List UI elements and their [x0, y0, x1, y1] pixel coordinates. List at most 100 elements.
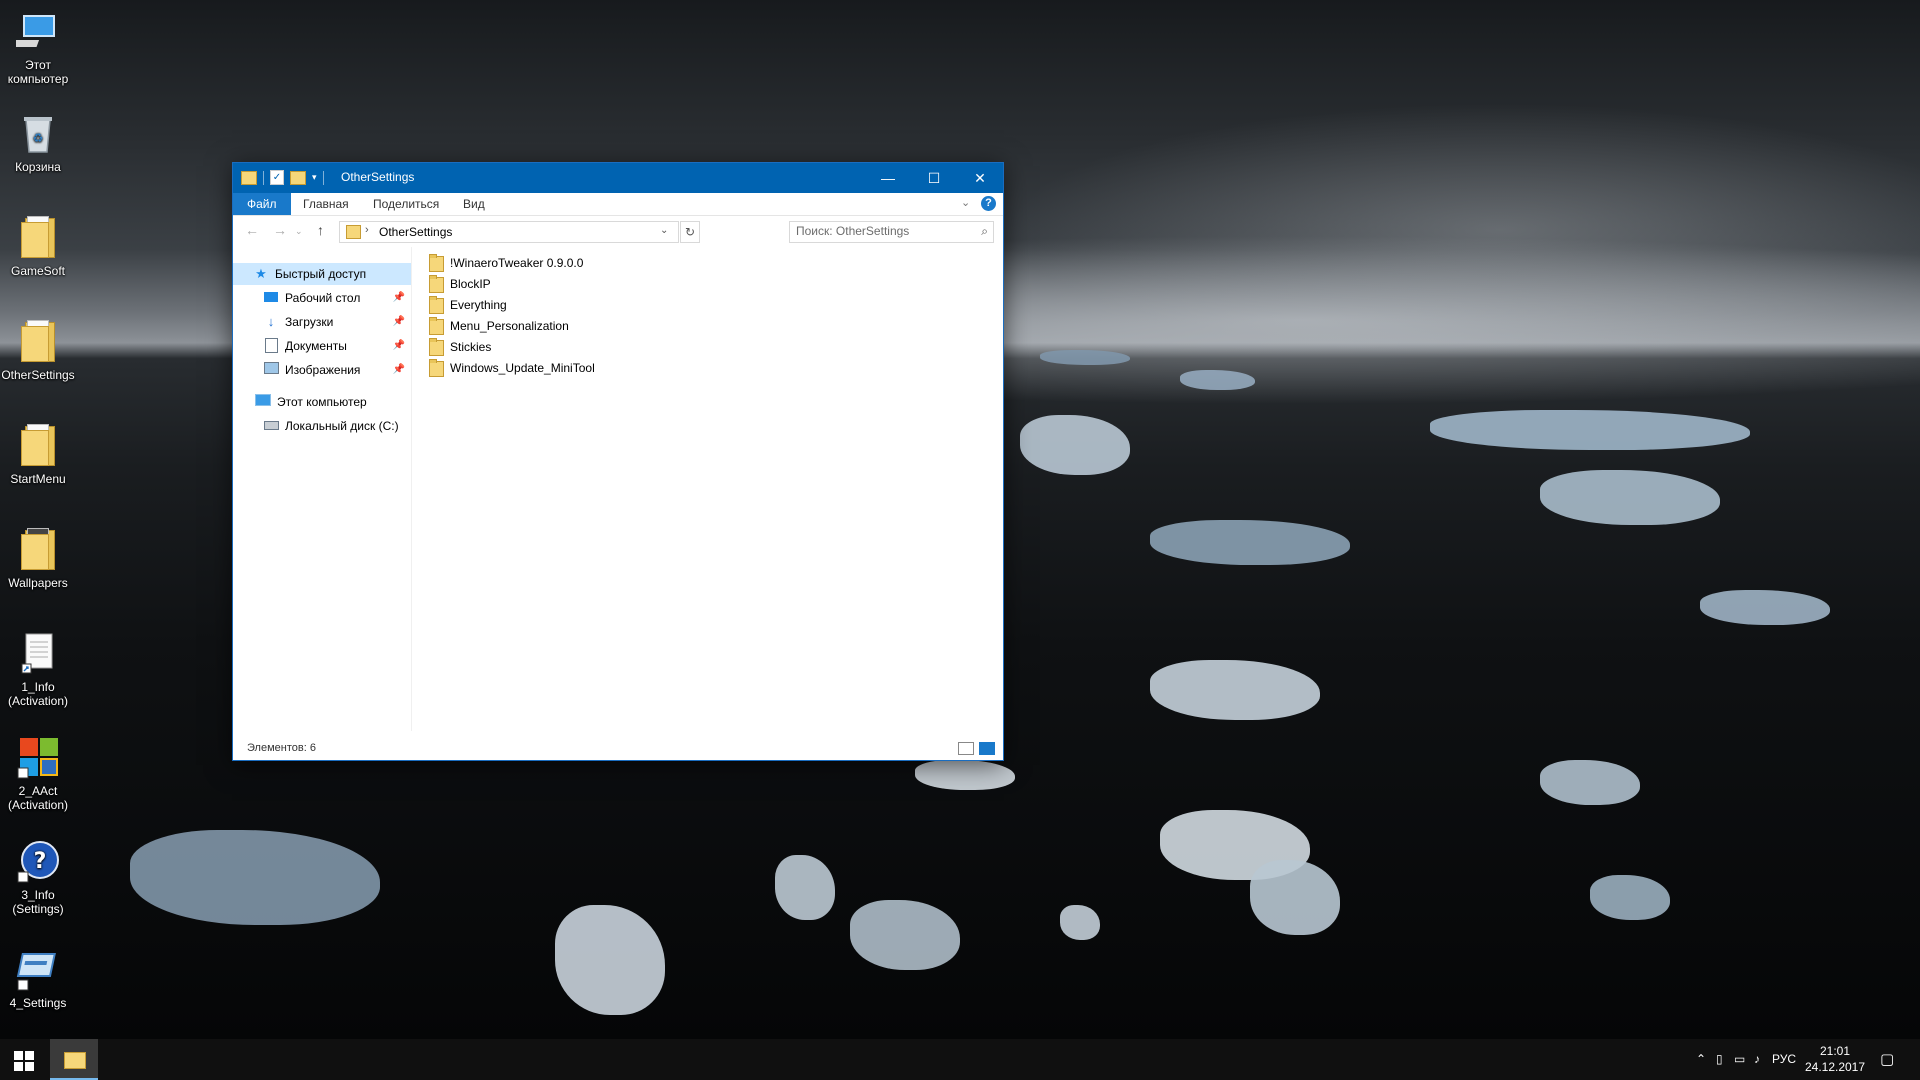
wallpaper-ice-shape [850, 900, 960, 970]
show-hidden-icons-icon[interactable]: ⌃ [1696, 1039, 1706, 1080]
taskbar-file-explorer[interactable] [50, 1039, 98, 1080]
pin-icon: 📌 [392, 364, 405, 375]
ribbon-tabs: Файл Главная Поделиться Вид ⌄ ? [233, 193, 1003, 216]
file-list: !WinaeroTweaker 0.9.0.0 BlockIP Everythi… [429, 253, 989, 379]
search-icon[interactable]: ⌕ [981, 224, 988, 239]
search-input[interactable] [796, 222, 966, 240]
wallpaper-ice-shape [1590, 875, 1670, 920]
desktop-icon-1-info[interactable]: 1_Info (Activation) [0, 632, 76, 708]
nav-label: Загрузки [285, 315, 334, 329]
status-bar: Элементов: 6 [233, 737, 1003, 759]
title-bar[interactable]: ✓ ▾ OtherSettings — ☐ ✕ [233, 163, 1003, 193]
list-item[interactable]: Windows_Update_MiniTool [429, 358, 989, 379]
drive-icon [263, 418, 279, 434]
wallpaper-ice-shape [1040, 350, 1130, 365]
minimize-button[interactable]: — [865, 163, 911, 193]
file-name: Stickies [450, 340, 492, 354]
clock-date: 24.12.2017 [1804, 1060, 1866, 1074]
up-button[interactable]: ↑ [317, 222, 324, 238]
list-item[interactable]: Everything [429, 295, 989, 316]
desktop-icon-label: 4_Settings [9, 996, 67, 1010]
wallpaper-ice-shape [775, 855, 835, 920]
list-item[interactable]: Stickies [429, 337, 989, 358]
nav-label: Локальный диск (C:) [285, 419, 399, 433]
address-bar[interactable]: › OtherSettings ⌄ [339, 221, 679, 243]
wallpaper-ice-shape [1020, 415, 1130, 475]
desktop-icon-startmenu[interactable]: StartMenu [0, 424, 76, 486]
properties-icon[interactable]: ✓ [270, 170, 284, 185]
details-view-icon[interactable] [958, 742, 974, 755]
network-icon[interactable]: ▭ [1734, 1039, 1745, 1080]
pin-icon: 📌 [392, 316, 405, 327]
nav-documents[interactable]: Документы 📌 [263, 335, 411, 357]
svg-text:♻: ♻ [33, 131, 44, 145]
folder-icon [64, 1052, 86, 1069]
settings-shortcut-icon [16, 948, 60, 992]
folder-icon [16, 216, 60, 260]
list-item[interactable]: BlockIP [429, 274, 989, 295]
breadcrumb-current[interactable]: OtherSettings [379, 225, 452, 239]
folder-icon [429, 253, 444, 272]
list-item[interactable]: !WinaeroTweaker 0.9.0.0 [429, 253, 989, 274]
text-file-shortcut-icon [16, 632, 60, 676]
nav-desktop[interactable]: Рабочий стол 📌 [263, 287, 411, 309]
wallpaper-ice-shape [130, 830, 380, 925]
tab-home[interactable]: Главная [289, 193, 363, 215]
tab-file[interactable]: Файл [233, 193, 291, 215]
desktop-icon-label: OtherSettings [1, 368, 75, 382]
desktop-icon-gamesoft[interactable]: GameSoft [0, 216, 76, 278]
folder-icon [241, 170, 257, 185]
computer-icon [255, 394, 271, 410]
nav-quick-access[interactable]: ★ Быстрый доступ [233, 263, 411, 285]
desktop-icon-wallpapers[interactable]: Wallpapers [0, 528, 76, 590]
taskbar: ⌃ ▯ ▭ ♪ РУС 21:01 24.12.2017 ▢ [0, 1039, 1920, 1080]
desktop-icon-3-info[interactable]: ? 3_Info (Settings) [0, 840, 76, 916]
back-button[interactable]: ← [245, 222, 259, 238]
volume-icon[interactable]: ♪ [1754, 1039, 1760, 1080]
nav-label: Изображения [285, 363, 361, 377]
nav-pictures[interactable]: Изображения 📌 [263, 359, 411, 381]
refresh-button[interactable]: ↻ [680, 221, 700, 243]
computer-icon [6, 10, 60, 54]
maximize-button[interactable]: ☐ [911, 163, 957, 193]
address-dropdown-icon[interactable]: ⌄ [660, 225, 668, 236]
wallpaper-ice-shape [1150, 520, 1350, 565]
tab-view[interactable]: Вид [449, 193, 499, 215]
navigation-bar: ← → ⌄ ↑ › OtherSettings ⌄ ↻ ⌕ [233, 216, 1003, 246]
nav-label: Документы [285, 339, 347, 353]
desktop-icon-2-aact[interactable]: 2_AAct (Activation) [0, 736, 76, 812]
action-center-icon[interactable]: ▢ [1880, 1039, 1894, 1080]
wallpaper-ice-shape [1250, 860, 1340, 935]
desktop-icon-4-settings[interactable]: 4_Settings [0, 948, 76, 1010]
file-name: Windows_Update_MiniTool [450, 361, 595, 375]
new-folder-icon[interactable] [290, 170, 306, 185]
list-item[interactable]: Menu_Personalization [429, 316, 989, 337]
help-shortcut-icon: ? [16, 840, 60, 884]
desktop-icon [263, 290, 279, 306]
expand-ribbon-icon[interactable]: ⌄ [961, 196, 970, 209]
customize-toolbar-icon[interactable]: ▾ [312, 172, 317, 183]
breadcrumb-separator-icon[interactable]: › [365, 224, 369, 236]
help-icon[interactable]: ? [981, 196, 996, 211]
usb-icon[interactable]: ▯ [1716, 1039, 1723, 1080]
language-indicator[interactable]: РУС [1772, 1039, 1796, 1080]
recent-locations-button[interactable]: ⌄ [295, 226, 303, 237]
wallpaper-ice-shape [1430, 410, 1750, 450]
clock[interactable]: 21:01 24.12.2017 [1800, 1043, 1870, 1075]
wallpaper-ice-shape [1180, 370, 1255, 390]
forward-button[interactable]: → [273, 222, 287, 238]
nav-local-disk[interactable]: Локальный диск (C:) [263, 415, 411, 437]
desktop-icon-othersettings[interactable]: OtherSettings [0, 320, 76, 382]
close-button[interactable]: ✕ [957, 163, 1003, 193]
large-icons-view-icon[interactable] [979, 742, 995, 755]
nav-this-pc[interactable]: Этот компьютер [255, 391, 411, 413]
tab-share[interactable]: Поделиться [359, 193, 453, 215]
nav-downloads[interactable]: ↓ Загрузки 📌 [263, 311, 411, 333]
window-title: OtherSettings [341, 170, 415, 184]
file-name: BlockIP [450, 277, 491, 291]
star-icon: ★ [255, 266, 267, 281]
start-button[interactable] [0, 1039, 48, 1080]
desktop-icon-this-pc[interactable]: Этот компьютер [0, 10, 76, 86]
desktop-icon-recycle-bin[interactable]: ♻ Корзина [0, 112, 76, 174]
file-name: !WinaeroTweaker 0.9.0.0 [450, 256, 584, 270]
